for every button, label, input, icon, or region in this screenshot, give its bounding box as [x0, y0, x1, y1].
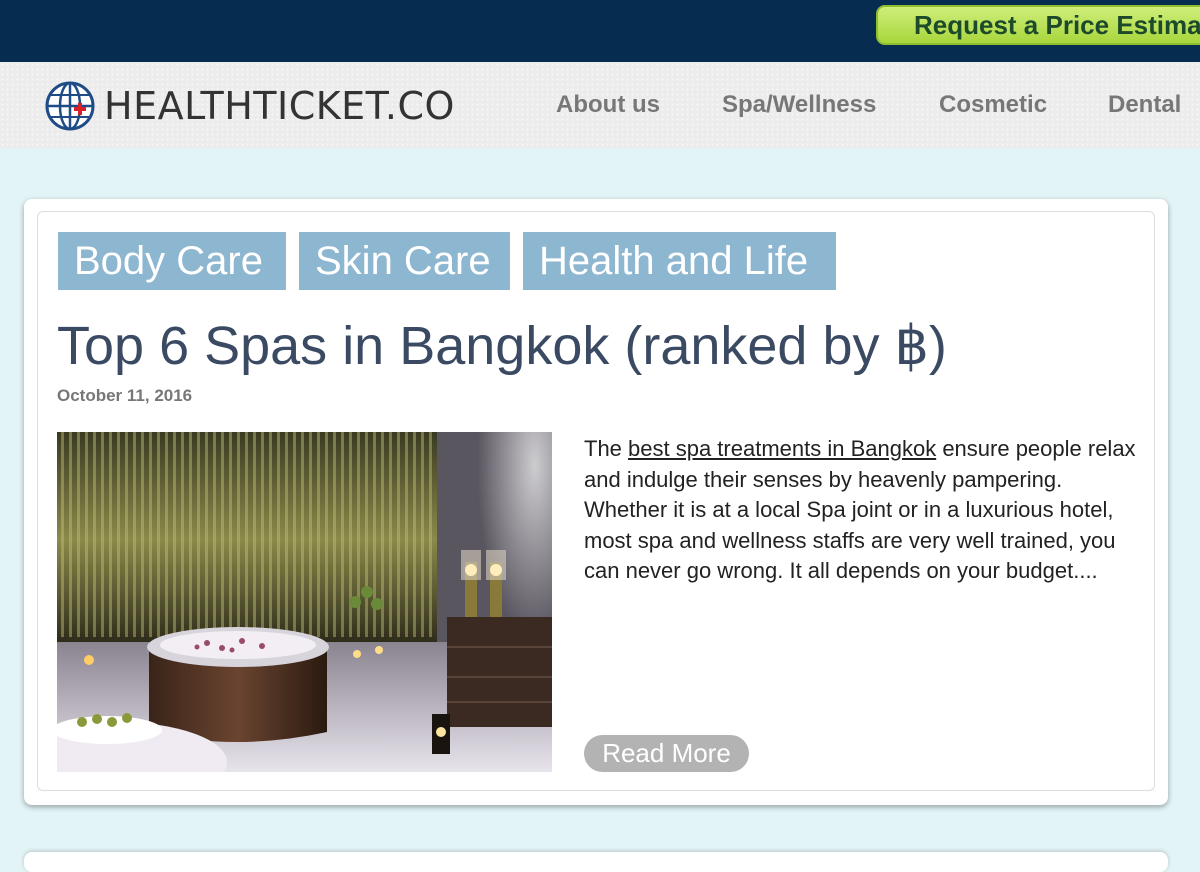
excerpt-lead: The: [584, 436, 629, 461]
post-image[interactable]: [57, 432, 552, 772]
post-excerpt: The best spa treatments in Bangkok ensur…: [584, 434, 1144, 587]
globe-icon: [45, 81, 95, 131]
post-title[interactable]: Top 6 Spas in Bangkok (ranked by ฿): [57, 314, 947, 377]
read-more-button[interactable]: Read More: [584, 735, 749, 772]
nav-spa-wellness[interactable]: Spa/Wellness: [722, 62, 876, 148]
tag-health-and-life[interactable]: Health and Life: [523, 232, 836, 290]
post-date: October 11, 2016: [57, 386, 193, 405]
nav-dental[interactable]: Dental: [1108, 62, 1181, 148]
nav-about-us[interactable]: About us: [556, 62, 660, 148]
site-logo[interactable]: HEALTHTICKET.CO: [44, 81, 455, 131]
next-post-card: [24, 852, 1168, 872]
tag-body-care[interactable]: Body Care: [58, 232, 286, 290]
tag-skin-care[interactable]: Skin Care: [299, 232, 510, 290]
request-price-estimate-button[interactable]: Request a Price Estima: [876, 5, 1200, 45]
top-bar: Request a Price Estima: [0, 0, 1200, 62]
logo-text: HEALTHTICKET.CO: [104, 84, 455, 128]
best-spa-treatments-link[interactable]: best spa treatments in Bangkok: [628, 436, 936, 461]
nav-cosmetic[interactable]: Cosmetic: [939, 62, 1047, 148]
site-header: HEALTHTICKET.CO About us Spa/Wellness Co…: [0, 62, 1200, 148]
